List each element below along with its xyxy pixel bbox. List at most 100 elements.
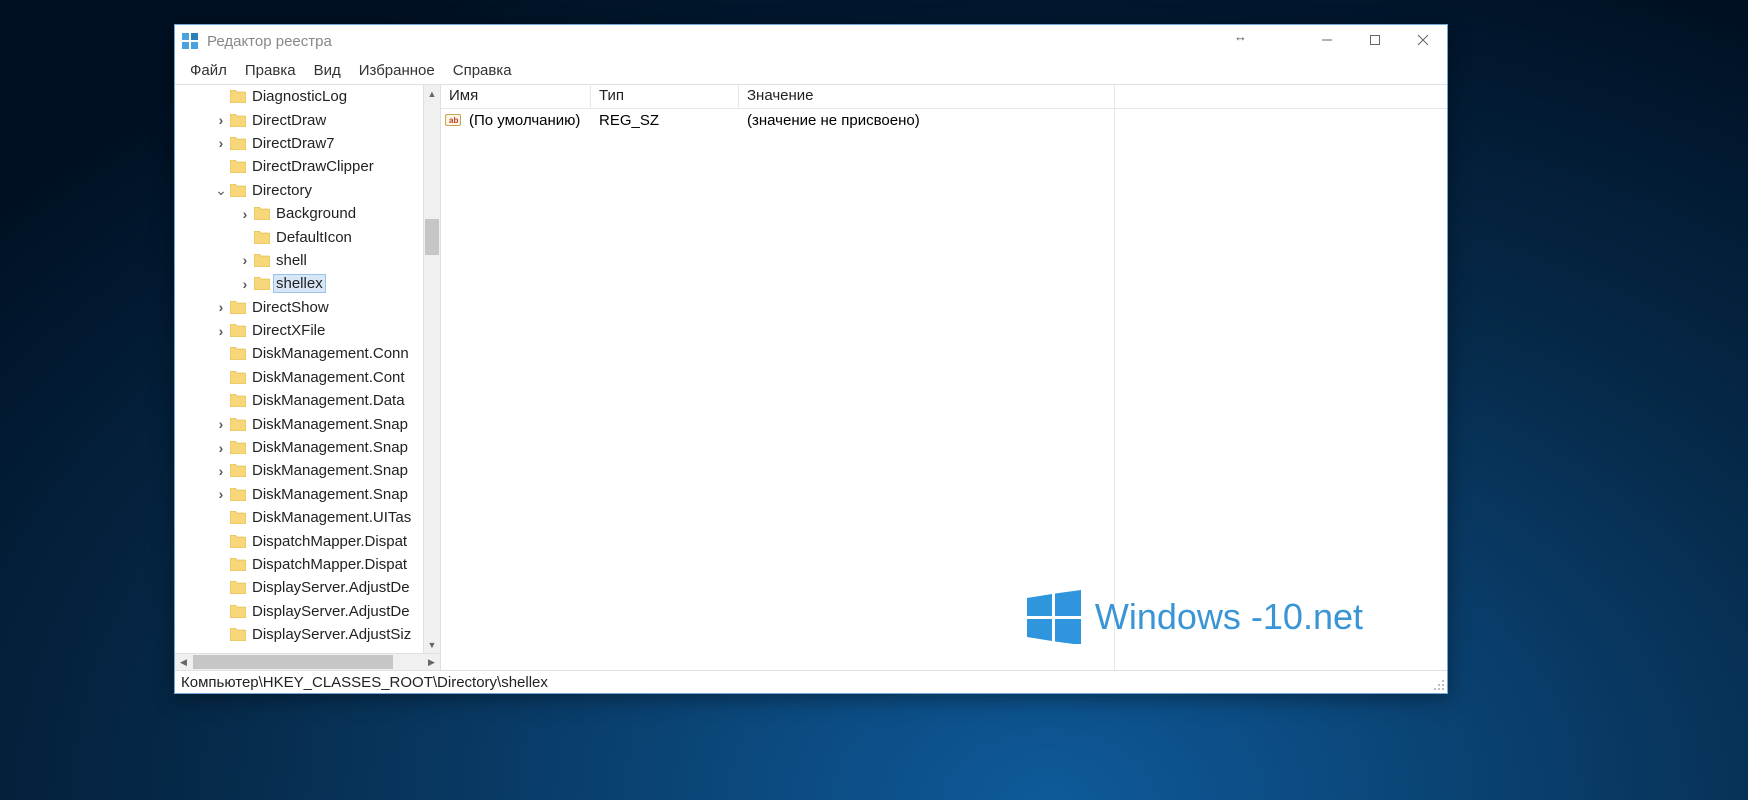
- folder-icon: [230, 441, 246, 454]
- tree-item[interactable]: DirectDrawClipper: [175, 155, 440, 178]
- col-name[interactable]: Имя: [441, 85, 591, 108]
- tree-item-label: Background: [276, 205, 356, 222]
- expand-icon[interactable]: ›: [215, 463, 227, 479]
- values-pane: Имя Тип Значение ab(По умолчанию)REG_SZ(…: [441, 85, 1447, 670]
- folder-icon: [230, 394, 246, 407]
- scroll-thumb[interactable]: [425, 219, 439, 255]
- expand-icon[interactable]: ›: [239, 206, 251, 222]
- col-type[interactable]: Тип: [591, 85, 739, 108]
- tree-item[interactable]: › DiskManagement.Snap: [175, 412, 440, 435]
- col-value[interactable]: Значение: [739, 85, 1099, 108]
- folder-icon: [230, 324, 246, 337]
- values-list[interactable]: ab(По умолчанию)REG_SZ(значение не присв…: [441, 109, 1447, 670]
- tree-item[interactable]: DispatchMapper.Dispat: [175, 529, 440, 552]
- tree-item[interactable]: ⌄ Directory: [175, 179, 440, 202]
- statusbar: Компьютер\HKEY_CLASSES_ROOT\Directory\sh…: [175, 671, 1447, 693]
- tree-item-label: DirectDraw: [252, 112, 326, 129]
- tree-item-label: DiskManagement.Cont: [252, 369, 405, 386]
- expand-icon[interactable]: ›: [215, 299, 227, 315]
- close-button[interactable]: [1399, 25, 1447, 55]
- tree-item-label: Directory: [252, 182, 312, 199]
- expand-icon[interactable]: ›: [215, 135, 227, 151]
- tree-item[interactable]: DiskManagement.UITas: [175, 506, 440, 529]
- tree-item-label: DiskManagement.Snap: [252, 416, 408, 433]
- menu-view[interactable]: Вид: [305, 60, 350, 81]
- tree-item[interactable]: › DirectDraw: [175, 108, 440, 131]
- menu-help[interactable]: Справка: [444, 60, 521, 81]
- folder-icon: [230, 558, 246, 571]
- tree-vertical-scrollbar[interactable]: ▲ ▼: [423, 85, 440, 653]
- pane-divider[interactable]: [1114, 85, 1115, 670]
- value-row[interactable]: ab(По умолчанию)REG_SZ(значение не присв…: [441, 109, 1447, 131]
- folder-icon: [230, 628, 246, 641]
- titlebar[interactable]: Редактор реестра ↔: [175, 25, 1447, 57]
- scroll-thumb[interactable]: [193, 655, 393, 669]
- tree-item[interactable]: DiskManagement.Data: [175, 389, 440, 412]
- tree-item[interactable]: ›DirectShow: [175, 296, 440, 319]
- tree-item[interactable]: DisplayServer.AdjustSiz: [175, 623, 440, 646]
- tree-item[interactable]: ›shellex: [175, 272, 440, 295]
- tree-item-label: DisplayServer.AdjustSiz: [252, 626, 411, 643]
- scroll-down-icon[interactable]: ▼: [424, 636, 440, 653]
- cell-name: (По умолчанию): [461, 112, 591, 129]
- tree-item[interactable]: › DirectXFile: [175, 319, 440, 342]
- tree-item[interactable]: › DiskManagement.Snap: [175, 483, 440, 506]
- tree-item[interactable]: › Background: [175, 202, 440, 225]
- registry-tree[interactable]: DiagnosticLog › DirectDraw › DirectDraw7 Dire…: [175, 85, 440, 646]
- tree-item-label: DefaultIcon: [276, 229, 352, 246]
- tree-item-label: DispatchMapper.Dispat: [252, 556, 407, 573]
- tree-item[interactable]: › shell: [175, 249, 440, 272]
- window-title: Редактор реестра: [207, 33, 332, 50]
- expand-icon[interactable]: ›: [239, 252, 251, 268]
- tree-item-label: DirectXFile: [252, 322, 325, 339]
- menu-file[interactable]: Файл: [181, 60, 236, 81]
- expand-icon[interactable]: ›: [215, 416, 227, 432]
- svg-text:ab: ab: [449, 116, 458, 125]
- tree-item-label: DisplayServer.AdjustDe: [252, 579, 410, 596]
- scroll-up-icon[interactable]: ▲: [424, 85, 440, 102]
- maximize-button[interactable]: [1351, 25, 1399, 55]
- values-header: Имя Тип Значение: [441, 85, 1447, 109]
- tree-item[interactable]: › DiskManagement.Snap: [175, 436, 440, 459]
- collapse-icon[interactable]: ⌄: [215, 182, 227, 199]
- scroll-left-icon[interactable]: ◀: [175, 654, 192, 671]
- folder-icon: [254, 254, 270, 267]
- folder-icon: [230, 90, 246, 103]
- tree-item-label: DirectDrawClipper: [252, 158, 374, 175]
- tree-item[interactable]: › DirectDraw7: [175, 132, 440, 155]
- tree-item[interactable]: DefaultIcon: [175, 225, 440, 248]
- folder-icon: [254, 277, 270, 290]
- minimize-button[interactable]: [1303, 25, 1351, 55]
- tree-item[interactable]: DiskManagement.Cont: [175, 366, 440, 389]
- tree-item-label: DisplayServer.AdjustDe: [252, 603, 410, 620]
- status-path: Компьютер\HKEY_CLASSES_ROOT\Directory\sh…: [181, 674, 548, 691]
- tree-horizontal-scrollbar[interactable]: ◀ ▶: [175, 653, 440, 670]
- expand-icon[interactable]: ›: [215, 486, 227, 502]
- menubar: Файл Правка Вид Избранное Справка: [175, 57, 1447, 85]
- tree-item[interactable]: ›DiskManagement.Snap: [175, 459, 440, 482]
- tree-item[interactable]: DispatchMapper.Dispat: [175, 553, 440, 576]
- expand-icon[interactable]: ›: [239, 276, 251, 292]
- menu-edit[interactable]: Правка: [236, 60, 305, 81]
- tree-item-label: shell: [276, 252, 307, 269]
- tree-item[interactable]: DisplayServer.AdjustDe: [175, 600, 440, 623]
- tree-item-label: DiskManagement.Snap: [252, 439, 408, 456]
- tree-pane: DiagnosticLog › DirectDraw › DirectDraw7 Dire…: [175, 85, 441, 670]
- string-value-icon: ab: [445, 112, 461, 128]
- expand-icon[interactable]: ›: [215, 112, 227, 128]
- expand-icon[interactable]: ›: [215, 323, 227, 339]
- scroll-right-icon[interactable]: ▶: [423, 654, 440, 671]
- size-grip-icon[interactable]: [1433, 679, 1445, 691]
- menu-favorites[interactable]: Избранное: [350, 60, 444, 81]
- folder-icon: [230, 605, 246, 618]
- tree-item-label: DirectDraw7: [252, 135, 335, 152]
- expand-icon[interactable]: ›: [215, 440, 227, 456]
- folder-icon: [230, 137, 246, 150]
- folder-icon: [230, 488, 246, 501]
- tree-item[interactable]: DisplayServer.AdjustDe: [175, 576, 440, 599]
- tree-item[interactable]: DiskManagement.Conn: [175, 342, 440, 365]
- tree-item-label: DiskManagement.Snap: [252, 486, 408, 503]
- tree-item[interactable]: DiagnosticLog: [175, 85, 440, 108]
- registry-editor-window: Редактор реестра ↔ Файл Правка Вид Избра…: [174, 24, 1448, 694]
- folder-icon: [230, 418, 246, 431]
